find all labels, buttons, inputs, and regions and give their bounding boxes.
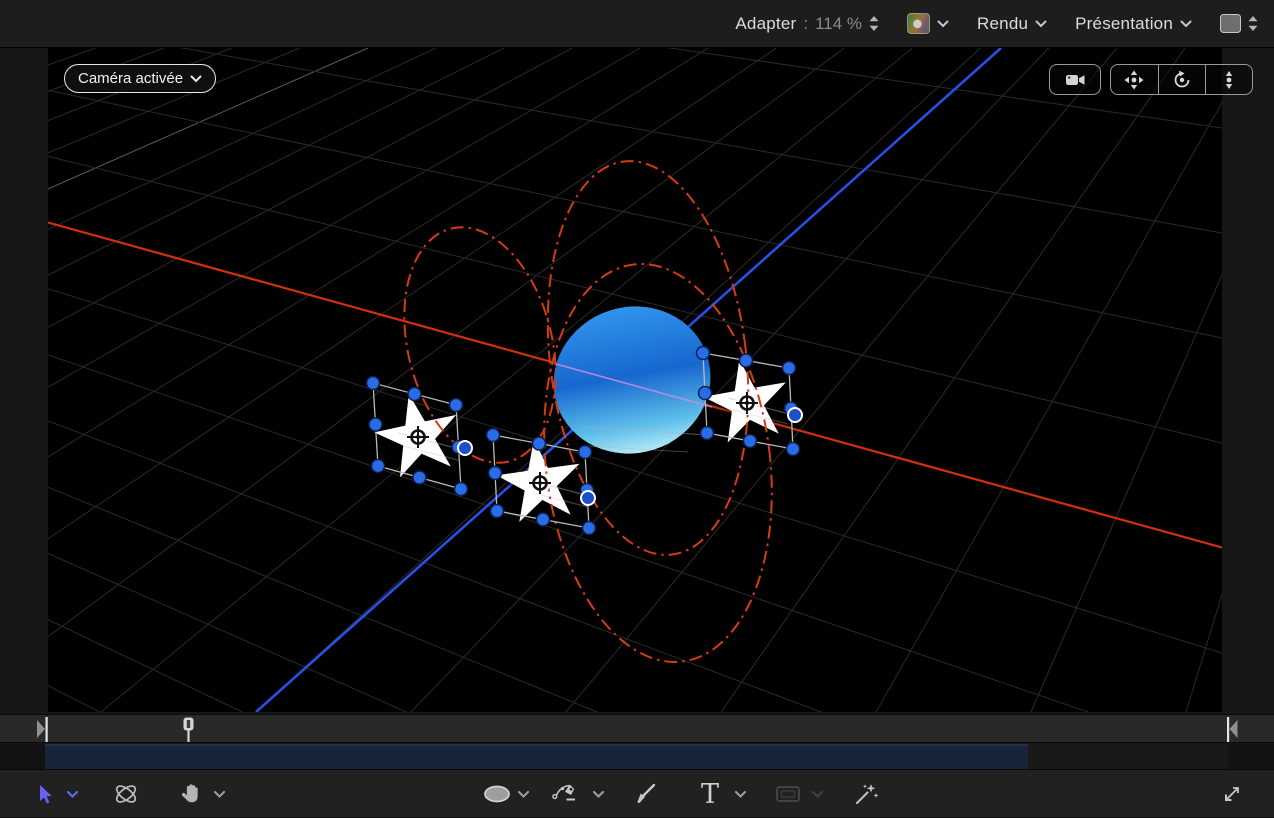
color-channel-dropdown[interactable]: [907, 13, 949, 34]
zoom-stepper-icon[interactable]: [869, 16, 879, 31]
bezier-tool-dropdown[interactable]: [592, 770, 605, 818]
zoom-separator: :: [803, 14, 808, 34]
selection-box-star-2: [487, 429, 596, 535]
chevron-down-icon: [517, 790, 530, 799]
text-tool-dropdown[interactable]: [734, 770, 747, 818]
chevron-down-icon: [1180, 20, 1192, 28]
mini-timeline-header: [0, 744, 45, 769]
presentation-menu-label: Présentation: [1075, 14, 1173, 34]
orbit-3d-icon: [112, 780, 140, 808]
chevron-down-icon: [937, 20, 949, 28]
camera-popup-label: Caméra activée: [78, 70, 183, 87]
view-layout-icon: [1220, 14, 1241, 33]
zoom-fit-control[interactable]: Adapter : 114 %: [735, 14, 879, 34]
hand-tool-dropdown[interactable]: [213, 770, 226, 818]
zoom-fit-label: Adapter: [735, 14, 796, 34]
ellipse-icon: [483, 784, 511, 804]
mask-tool-button[interactable]: [774, 770, 802, 818]
transform-3d-tool-button[interactable]: [112, 770, 140, 818]
dolly-icon: [1217, 68, 1241, 92]
pan-view-button[interactable]: [1111, 65, 1158, 94]
render-menu[interactable]: Rendu: [977, 14, 1047, 34]
expand-icon: [1220, 782, 1244, 806]
chevron-down-icon: [213, 790, 226, 799]
orbit-view-button[interactable]: [1158, 65, 1205, 94]
rotation-handle[interactable]: [458, 441, 472, 455]
pan-icon: [1122, 68, 1146, 92]
layout-stepper-icon: [1248, 16, 1258, 31]
presentation-menu[interactable]: Présentation: [1075, 14, 1192, 34]
paintbrush-icon: [634, 782, 658, 806]
hand-tool-button[interactable]: [179, 770, 203, 818]
hand-icon: [179, 782, 203, 806]
timing-scrubber[interactable]: [0, 714, 1274, 743]
view-layout-control[interactable]: [1220, 14, 1258, 33]
motion-window: Adapter : 114 % Rendu Présentation: [0, 0, 1274, 817]
shape-tool-dropdown[interactable]: [517, 770, 530, 818]
mini-timeline-end: [1228, 744, 1274, 769]
rotation-handle[interactable]: [788, 408, 802, 422]
chevron-down-icon: [1035, 20, 1047, 28]
top-toolbar: Adapter : 114 % Rendu Présentation: [0, 0, 1274, 48]
text-tool-icon: T: [701, 781, 719, 808]
dolly-view-button[interactable]: [1205, 65, 1252, 94]
shape-tool-button[interactable]: [483, 770, 511, 818]
chevron-down-icon: [66, 790, 79, 799]
timeline-clip-bar[interactable]: [45, 744, 1028, 769]
paint-tool-button[interactable]: [634, 770, 658, 818]
chevron-down-icon: [190, 75, 202, 83]
canvas-viewport[interactable]: Caméra activée: [48, 48, 1222, 712]
chevron-down-icon: [592, 790, 605, 799]
tool-bar: T: [0, 769, 1274, 817]
camera-active-popup[interactable]: Caméra activée: [64, 64, 216, 93]
mini-timeline[interactable]: [0, 744, 1274, 769]
select-arrow-icon: [36, 784, 56, 805]
zoom-value: 114 %: [815, 14, 862, 34]
canvas-3d-scene[interactable]: [48, 48, 1222, 712]
camera-view-button[interactable]: [1049, 64, 1101, 95]
rotation-handle[interactable]: [581, 491, 595, 505]
select-tool-button[interactable]: [36, 770, 56, 818]
render-menu-label: Rendu: [977, 14, 1028, 34]
rectangle-icon: [774, 783, 802, 805]
expand-timeline-button[interactable]: [1220, 770, 1244, 818]
orbit-icon: [1170, 68, 1194, 92]
select-tool-dropdown[interactable]: [66, 770, 79, 818]
camera-nav-group: [1110, 64, 1253, 95]
color-swatch-icon: [907, 13, 930, 34]
in-point-marker[interactable]: [37, 717, 48, 742]
text-tool-button[interactable]: T: [701, 770, 719, 818]
mask-tool-dropdown[interactable]: [811, 770, 824, 818]
adjust-tool-button[interactable]: [853, 770, 879, 818]
out-point-marker[interactable]: [1227, 717, 1238, 742]
magic-wand-icon: [853, 782, 879, 806]
chevron-down-icon: [811, 790, 824, 799]
bezier-pen-icon: [552, 782, 578, 806]
chevron-down-icon: [734, 790, 747, 799]
playhead[interactable]: [184, 718, 194, 743]
bezier-tool-button[interactable]: [552, 770, 578, 818]
camera-icon: [1062, 68, 1088, 92]
